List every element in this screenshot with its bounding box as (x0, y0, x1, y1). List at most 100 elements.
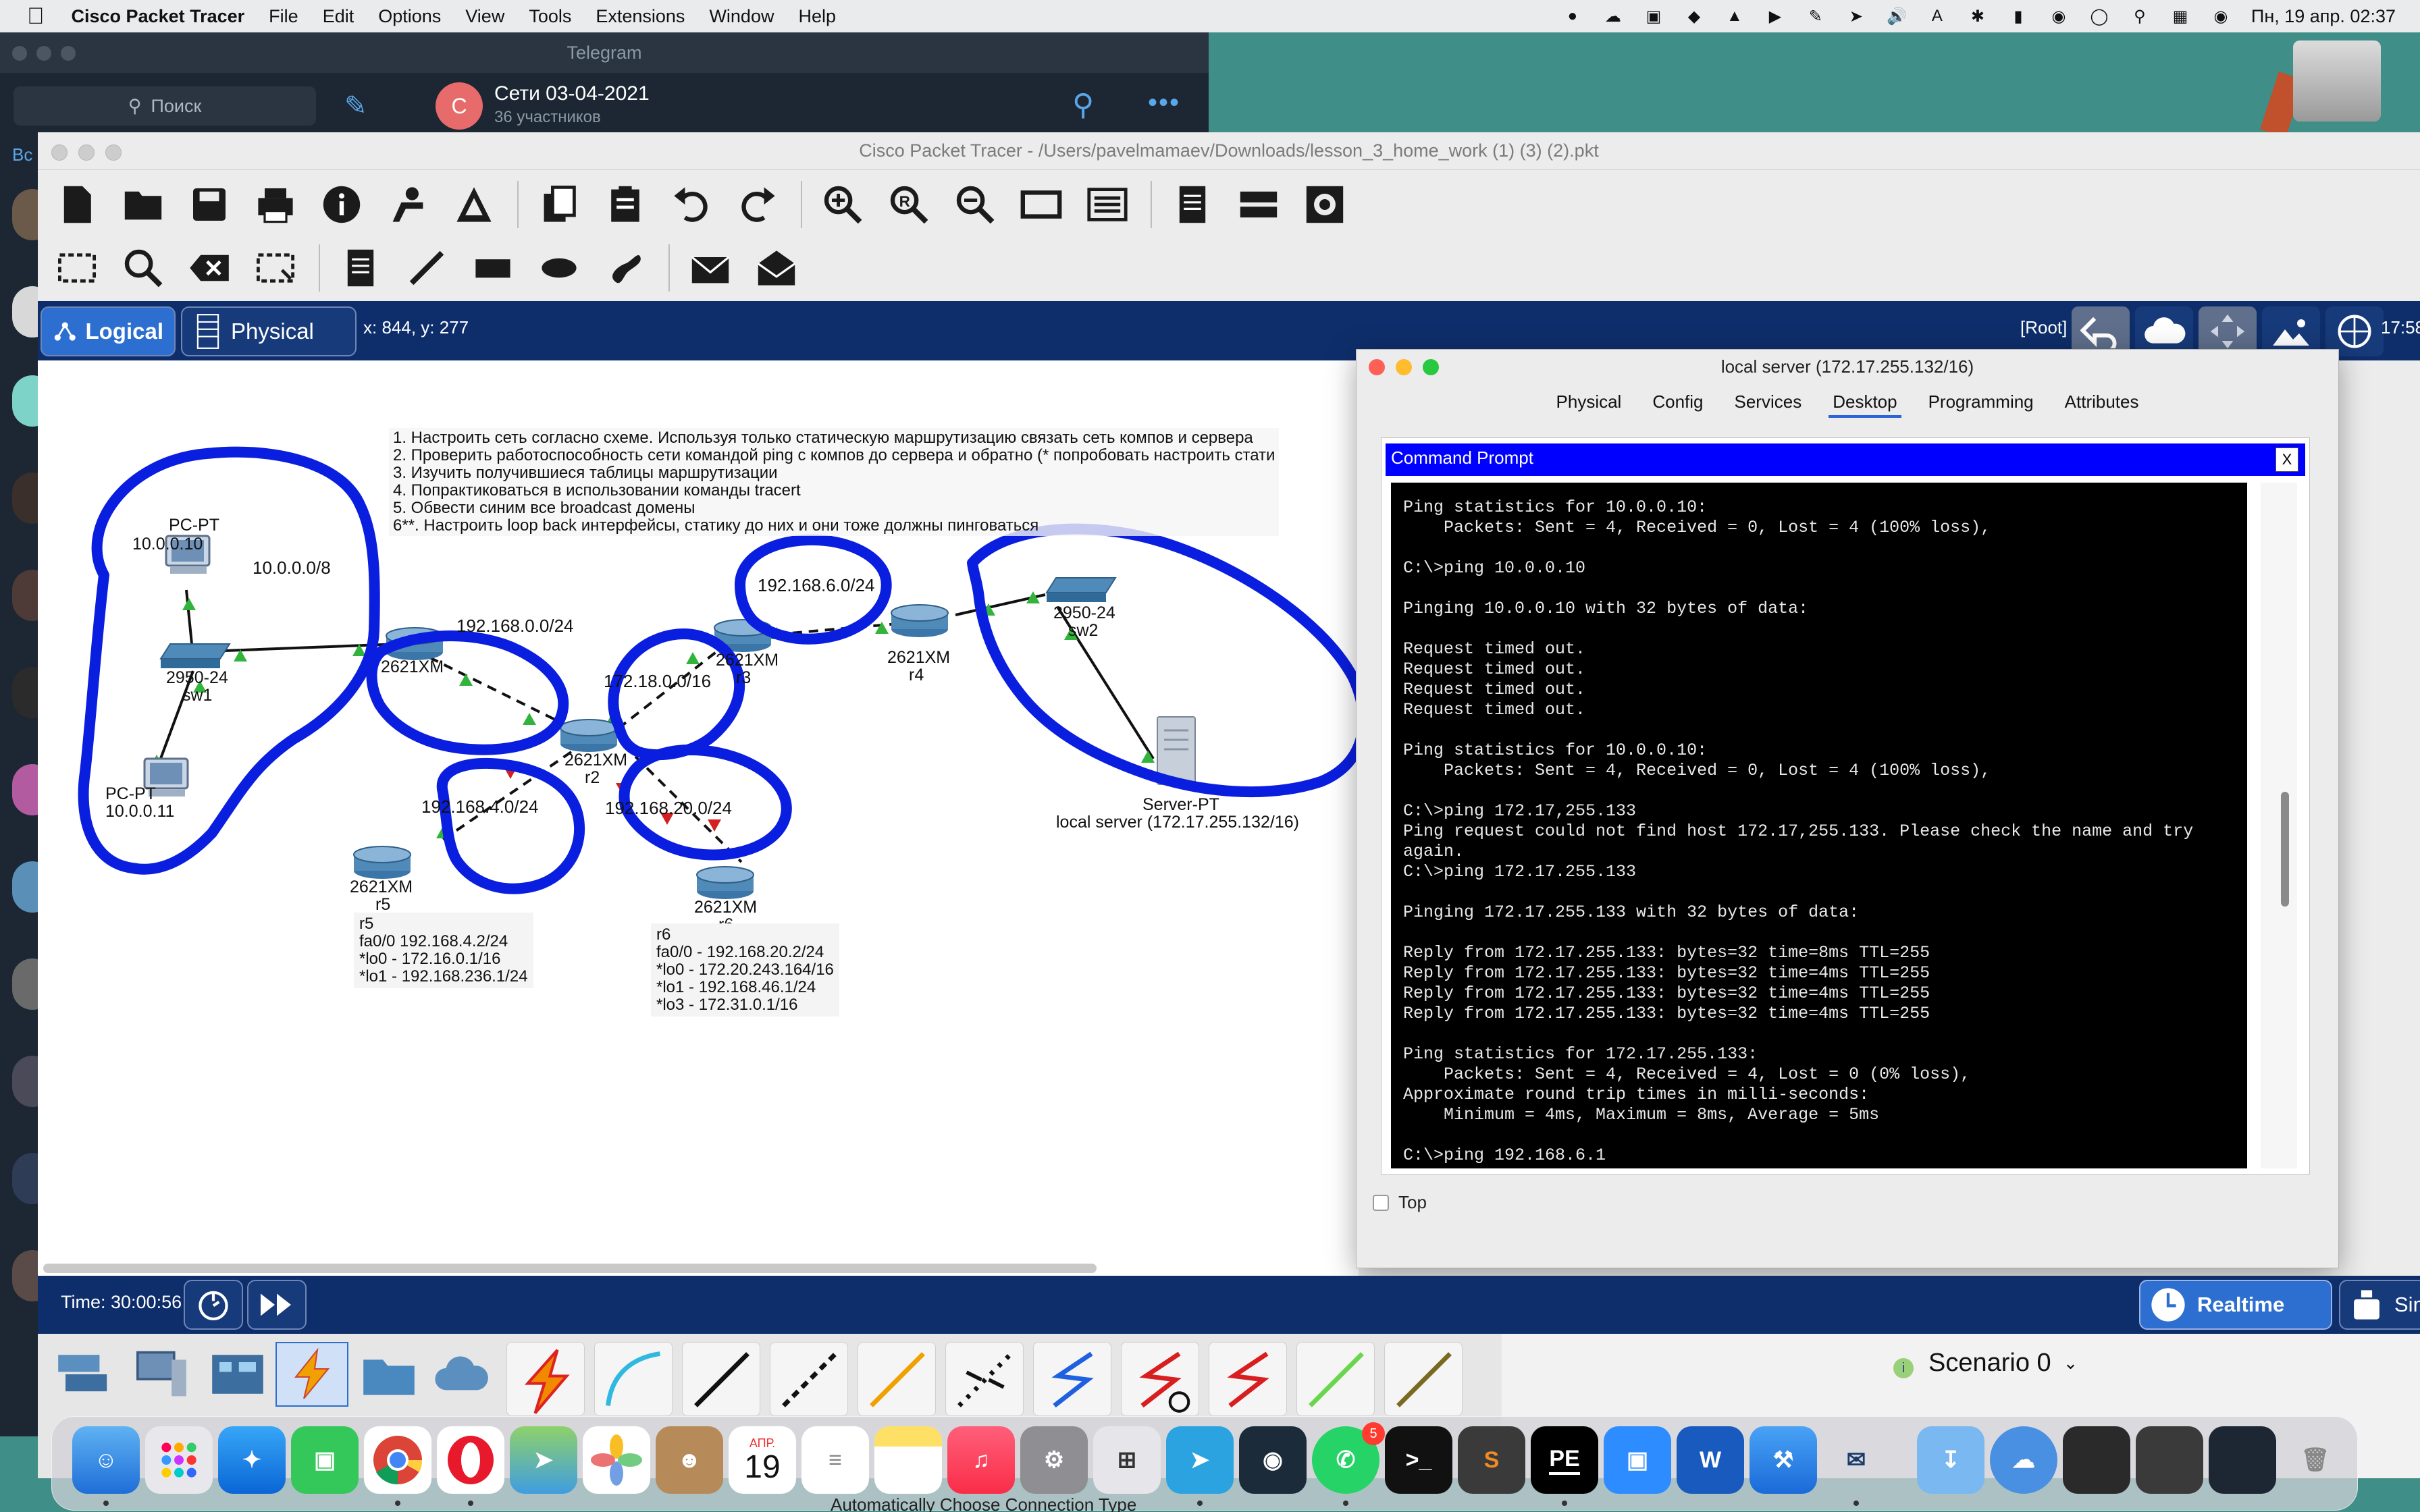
wifi-icon[interactable]: ◉ (2047, 7, 2070, 26)
notes-icon[interactable] (874, 1426, 942, 1494)
network-wizard-icon[interactable] (381, 178, 435, 232)
menu-options[interactable]: Options (378, 6, 441, 27)
folder-tab-all[interactable]: Вс (12, 144, 32, 165)
switch-icon[interactable] (1045, 577, 1117, 602)
chat-title[interactable]: Сети 03-04-2021 (494, 82, 650, 105)
contacts-icon[interactable]: ☻ (656, 1426, 723, 1494)
paste-icon[interactable] (598, 178, 652, 232)
zoom-dot[interactable] (61, 46, 76, 61)
connections-icon[interactable] (275, 1342, 348, 1407)
xcode-icon[interactable]: ⚒ (1750, 1426, 1817, 1494)
upload-status-icon[interactable]: ▲ (1723, 7, 1746, 25)
spotlight-icon[interactable]: ⚲ (2128, 7, 2151, 26)
zoom-dot[interactable] (1423, 359, 1439, 375)
draw-ellipse-icon[interactable] (532, 241, 586, 295)
command-prompt-scrollbar[interactable] (2261, 483, 2297, 1168)
minimize-dot[interactable] (78, 144, 95, 161)
opera-icon[interactable] (437, 1426, 504, 1494)
logical-workspace[interactable]: 1. Настроить сеть согласно схеме. Исполь… (38, 360, 1359, 1287)
telegram-icon[interactable]: ➤ (1166, 1426, 1234, 1494)
delete-icon[interactable] (182, 241, 236, 295)
switch-icon[interactable] (159, 643, 231, 668)
more-icon[interactable]: ••• (1148, 88, 1180, 118)
r5-note[interactable]: r5 fa0/0 192.168.4.2/24 *lo0 - 172.16.0.… (354, 913, 533, 988)
auto-connection-icon[interactable] (506, 1342, 585, 1416)
scrollbar-thumb[interactable] (2281, 792, 2289, 907)
command-prompt-output[interactable]: Ping statistics for 10.0.0.10: Packets: … (1391, 483, 2247, 1168)
user-icon[interactable]: ◯ (2088, 7, 2111, 26)
coaxial-cable-icon[interactable] (1033, 1342, 1111, 1416)
zoom-icon[interactable]: ▣ (1604, 1426, 1671, 1494)
telegram-status-icon[interactable]: ➤ (1845, 7, 1868, 26)
gitkraken-icon[interactable]: ◉ (1239, 1426, 1307, 1494)
simulation-button[interactable]: Simulat (2339, 1280, 2420, 1330)
realtime-button[interactable]: Realtime (2139, 1280, 2332, 1330)
console-cable-icon[interactable] (594, 1342, 673, 1416)
miscellaneous-icon[interactable] (352, 1342, 425, 1407)
pycharm-icon[interactable]: PE (1531, 1426, 1598, 1494)
network-devices-icon[interactable] (47, 1342, 120, 1407)
router-icon[interactable] (891, 604, 949, 637)
facetime-icon[interactable]: ▣ (291, 1426, 359, 1494)
close-dot[interactable] (12, 46, 27, 61)
trash-icon[interactable]: 🗑 (2282, 1426, 2349, 1494)
zoom-in-icon[interactable] (816, 178, 870, 232)
workspace-horizontal-scrollbar[interactable] (43, 1264, 1097, 1273)
drawing-palette-icon[interactable] (1014, 178, 1068, 232)
tab-config[interactable]: Config (1648, 389, 1707, 418)
instructions-note[interactable]: 1. Настроить сеть согласно схеме. Исполь… (389, 428, 1280, 536)
select-icon[interactable] (50, 241, 104, 295)
chat-search-icon[interactable]: ⚲ (1072, 88, 1094, 122)
close-dot[interactable] (1369, 359, 1385, 375)
info-icon[interactable]: i (1893, 1358, 1914, 1378)
zoom-status-icon[interactable]: ● (1561, 7, 1584, 25)
menu-view[interactable]: View (465, 6, 504, 27)
safari-icon[interactable]: ✦ (218, 1426, 286, 1494)
new-file-icon[interactable] (50, 178, 104, 232)
siri-icon[interactable]: ◉ (2209, 7, 2232, 26)
add-complex-pdu-icon[interactable] (749, 241, 804, 295)
command-prompt-close-button[interactable]: X (2276, 448, 2298, 472)
keyboard-layout-icon[interactable]: A (1926, 7, 1949, 25)
packet-tracer-icon[interactable]: ✉ (1822, 1426, 1890, 1494)
router-icon[interactable] (560, 719, 618, 752)
compose-icon[interactable]: ✎ (344, 90, 367, 122)
finder-icon[interactable]: ☺ (72, 1426, 140, 1494)
crossover-cable-icon[interactable] (770, 1342, 848, 1416)
pen-status-icon[interactable]: ✎ (1804, 7, 1827, 26)
minimize-dot[interactable] (36, 46, 51, 61)
scenario-select[interactable]: Scenario 0 ⌄ (1928, 1349, 2078, 1378)
logical-view-button[interactable]: Logical (41, 306, 176, 356)
serial-dce-cable-icon[interactable] (1121, 1342, 1199, 1416)
power-cycle-icon[interactable] (184, 1280, 243, 1330)
play-status-icon[interactable]: ▶ (1764, 7, 1787, 26)
photos-icon[interactable] (583, 1426, 650, 1494)
custom-device-icon[interactable] (1080, 178, 1134, 232)
minimize-dot[interactable] (1396, 359, 1412, 375)
info-icon[interactable] (315, 178, 369, 232)
components-icon[interactable] (201, 1342, 274, 1407)
word-icon[interactable]: W (1677, 1426, 1744, 1494)
octal-cable-icon[interactable] (1296, 1342, 1375, 1416)
menu-app-name[interactable]: Cisco Packet Tracer (72, 6, 245, 27)
terminal-icon[interactable]: >_ (1385, 1426, 1452, 1494)
serial-dte-cable-icon[interactable] (1209, 1342, 1287, 1416)
save-icon[interactable] (182, 178, 236, 232)
window-thumbnail[interactable] (2209, 1426, 2276, 1494)
music-icon[interactable]: ♫ (947, 1426, 1015, 1494)
zoom-reset-icon[interactable]: R (882, 178, 936, 232)
battery-icon[interactable]: ▮ (2007, 7, 2030, 26)
fiber-cable-icon[interactable] (858, 1342, 936, 1416)
menu-clock[interactable]: Пн, 19 апр. 02:37 (2251, 6, 2396, 27)
tab-physical[interactable]: Physical (1552, 389, 1626, 418)
end-devices-icon[interactable] (124, 1342, 197, 1407)
chrome-icon[interactable] (364, 1426, 431, 1494)
telegram-search[interactable]: ⚲ Поиск (14, 86, 316, 126)
cloud-upload-icon[interactable]: ☁ (1990, 1426, 2057, 1494)
menu-extensions[interactable]: Extensions (596, 6, 685, 27)
redo-icon[interactable] (731, 178, 785, 232)
add-simple-pdu-icon[interactable] (683, 241, 737, 295)
resize-icon[interactable] (248, 241, 302, 295)
router-icon[interactable] (696, 866, 754, 899)
window-thumbnail[interactable] (2063, 1426, 2130, 1494)
